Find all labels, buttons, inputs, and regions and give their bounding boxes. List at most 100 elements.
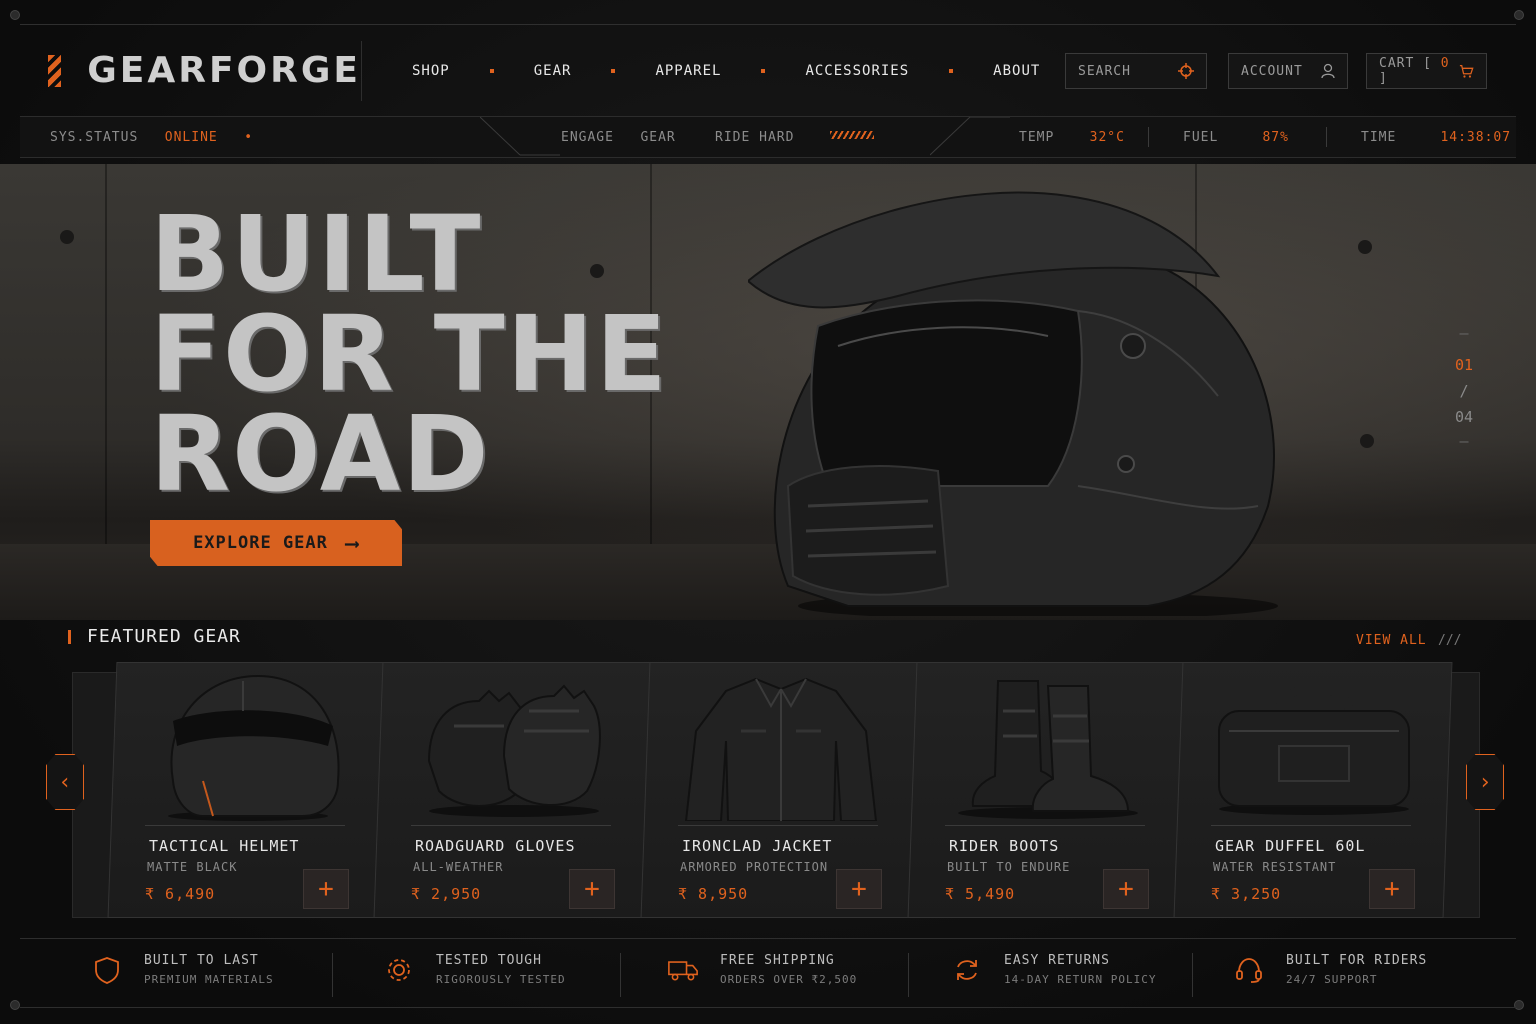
search-button[interactable]: SEARCH — [1065, 53, 1207, 89]
sys-status: SYS.STATUS ONLINE • — [50, 130, 253, 145]
add-to-cart-button[interactable]: + — [1103, 869, 1149, 909]
slide-total[interactable]: 04 — [1448, 408, 1480, 426]
brand-logo[interactable]: GEARFORGE — [48, 40, 362, 101]
slide-separator: / — [1459, 382, 1469, 400]
hero-title: BUILT FOR THE ROAD — [150, 202, 670, 515]
product-card[interactable]: RIDER BOOTS BUILT TO ENDURE ₹ 5,490 + — [907, 662, 1187, 918]
wall-hole — [60, 230, 74, 244]
product-subtitle: WATER RESISTANT — [1213, 860, 1337, 874]
product-price: ₹ 2,950 — [411, 885, 482, 903]
feature-title: TESTED TOUGH — [436, 953, 542, 968]
product-card[interactable]: IRONCLAD JACKET ARMORED PROTECTION ₹ 8,9… — [640, 662, 920, 918]
cart-count: 0 — [1440, 56, 1450, 71]
headset-icon — [1234, 955, 1264, 985]
nav-about[interactable]: ABOUT — [993, 63, 1040, 79]
status-dot-icon: • — [244, 130, 254, 145]
nav-accessories[interactable]: ACCESSORIES — [805, 63, 909, 79]
arrow-right-icon: ⟶ — [345, 531, 359, 555]
chevron-left-icon: ‹ — [58, 769, 72, 795]
feature-item: BUILT FOR RIDERS 24/7 SUPPORT — [1234, 953, 1427, 986]
carousel-next-button[interactable]: › — [1466, 754, 1504, 810]
view-all-slashes: /// — [1438, 633, 1462, 648]
slide-pager: — 01 / 04 — — [1448, 324, 1480, 450]
time-value: 14:38:07 — [1440, 130, 1512, 145]
status-bar: SYS.STATUS ONLINE • ENGAGE GEAR RIDE HAR… — [20, 116, 1516, 158]
wall-hole — [1360, 434, 1374, 448]
feature-subtitle: 14-DAY RETURN POLICY — [1004, 973, 1157, 986]
chevron-right-icon: › — [1478, 769, 1492, 795]
fuel-label: FUEL — [1183, 130, 1219, 145]
status-divider — [1326, 127, 1327, 147]
gear-icon — [384, 955, 414, 985]
features-strip: BUILT TO LAST PREMIUM MATERIALS TESTED T… — [20, 938, 1516, 1008]
product-name: GEAR DUFFEL 60L — [1215, 837, 1366, 855]
card-divider — [945, 825, 1145, 826]
brand-name: GEARFORGE — [87, 50, 361, 91]
cart-button[interactable]: CART [ 0 ] — [1366, 53, 1487, 89]
nav-shop[interactable]: SHOP — [412, 63, 450, 79]
feature-item: BUILT TO LAST PREMIUM MATERIALS — [92, 953, 274, 986]
card-divider — [678, 825, 878, 826]
nav-apparel[interactable]: APPAREL — [655, 63, 721, 79]
plus-icon: + — [1118, 874, 1134, 904]
ride-hard-label: RIDE HARD — [715, 130, 795, 145]
sys-status-label: SYS.STATUS — [50, 130, 139, 145]
product-subtitle: ALL-WEATHER — [413, 860, 504, 874]
product-subtitle: MATTE BLACK — [147, 860, 238, 874]
nav-separator-dot — [489, 68, 494, 73]
nav-gear[interactable]: GEAR — [534, 63, 572, 79]
view-all-link[interactable]: VIEW ALL — [1356, 633, 1427, 648]
feature-divider — [1192, 953, 1193, 997]
gloves-icon — [427, 684, 601, 817]
nav-separator-dot — [949, 68, 954, 73]
main-nav: SHOP GEAR APPAREL ACCESSORIES ABOUT — [412, 63, 1040, 79]
plus-icon: + — [851, 874, 867, 904]
product-card[interactable]: GEAR DUFFEL 60L WATER RESISTANT ₹ 3,250 … — [1173, 662, 1453, 918]
hero-helmet-image — [748, 191, 1278, 616]
add-to-cart-button[interactable]: + — [303, 869, 349, 909]
engage-label: ENGAGE — [561, 130, 614, 145]
product-price: ₹ 8,950 — [678, 885, 749, 903]
explore-gear-button[interactable]: EXPLORE GEAR ⟶ — [150, 520, 402, 566]
page-frame: GEARFORGE SHOP GEAR APPAREL ACCESSORIES … — [0, 0, 1536, 1024]
product-subtitle: BUILT TO ENDURE — [947, 860, 1071, 874]
plus-icon: + — [1384, 874, 1400, 904]
returns-icon — [952, 955, 982, 985]
feature-subtitle: ORDERS OVER ₹2,500 — [720, 973, 858, 986]
product-card[interactable]: TACTICAL HELMET MATTE BLACK ₹ 6,490 + — [107, 662, 387, 918]
status-divider — [1148, 127, 1149, 147]
slide-current[interactable]: 01 — [1448, 356, 1480, 374]
product-name: RIDER BOOTS — [949, 837, 1060, 855]
cart-icon — [1460, 64, 1474, 78]
feature-title: BUILT TO LAST — [144, 953, 259, 968]
add-to-cart-button[interactable]: + — [836, 869, 882, 909]
carousel-prev-button[interactable]: ‹ — [46, 754, 84, 810]
feature-item: TESTED TOUGH RIGOROUSLY TESTED — [384, 953, 566, 986]
feature-divider — [620, 953, 621, 997]
feature-title: BUILT FOR RIDERS — [1286, 953, 1428, 968]
product-price: ₹ 6,490 — [145, 885, 216, 903]
add-to-cart-button[interactable]: + — [569, 869, 615, 909]
fuel-value: 87% — [1262, 130, 1289, 145]
temp-label: TEMP — [1019, 130, 1055, 145]
time-readout: TIME 14:38:07 — [1361, 130, 1511, 145]
logo-stripes-icon — [48, 54, 62, 87]
pager-dash: — — [1459, 432, 1469, 450]
product-name: ROADGUARD GLOVES — [415, 837, 576, 855]
wall-seam — [105, 164, 107, 544]
user-icon — [1321, 63, 1335, 79]
add-to-cart-button[interactable]: + — [1369, 869, 1415, 909]
account-button[interactable]: ACCOUNT — [1228, 53, 1348, 89]
explore-gear-label: EXPLORE GEAR — [193, 533, 328, 553]
crosshair-icon — [1178, 63, 1194, 79]
nav-separator-dot — [761, 68, 766, 73]
boots-icon — [958, 680, 1138, 819]
product-name: IRONCLAD JACKET — [682, 837, 833, 855]
feature-divider — [908, 953, 909, 997]
hero-title-line: ROAD — [150, 393, 491, 515]
status-slant-divider — [930, 117, 1010, 156]
status-slant-divider — [480, 117, 560, 156]
engage-value: GEAR — [640, 130, 676, 145]
product-card[interactable]: ROADGUARD GLOVES ALL-WEATHER ₹ 2,950 + — [373, 662, 653, 918]
card-divider — [411, 825, 611, 826]
